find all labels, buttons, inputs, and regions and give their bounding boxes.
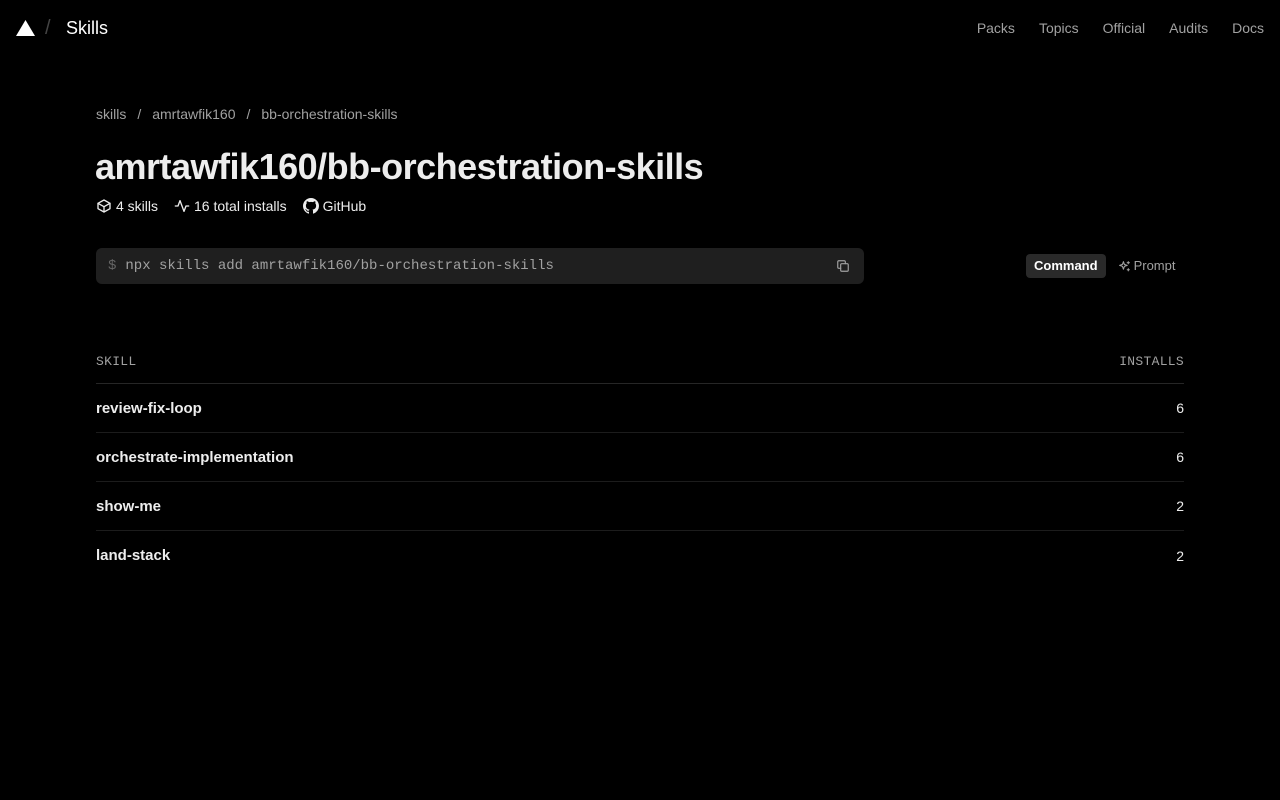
install-command-box[interactable]: $ npx skills add amrtawfik160/bb-orchest…: [96, 248, 864, 284]
nav-link-docs[interactable]: Docs: [1232, 18, 1264, 38]
table-row[interactable]: review-fix-loop 6: [96, 384, 1184, 433]
top-nav: / Skills Packs Topics Official Audits Do…: [0, 0, 1280, 56]
box-icon: [97, 199, 111, 213]
copy-button[interactable]: [834, 257, 852, 275]
skill-installs: 6: [1176, 400, 1184, 416]
skill-installs: 2: [1176, 498, 1184, 514]
copy-icon: [837, 260, 849, 272]
nav-link-official[interactable]: Official: [1103, 18, 1146, 38]
install-command-text[interactable]: npx skills add amrtawfik160/bb-orchestra…: [125, 258, 834, 274]
table-row[interactable]: show-me 2: [96, 482, 1184, 531]
installs-count: 16 total installs: [174, 196, 287, 216]
nav-link-topics[interactable]: Topics: [1039, 18, 1079, 38]
table-row[interactable]: land-stack 2: [96, 531, 1184, 580]
table-header: SKILL INSTALLS: [96, 340, 1184, 384]
skill-name[interactable]: orchestrate-implementation: [96, 449, 294, 466]
skills-count-label: 4 skills: [116, 198, 159, 214]
header-separator: /: [45, 17, 51, 39]
skills-table: SKILL INSTALLS review-fix-loop 6 orchest…: [96, 340, 1184, 580]
breadcrumb: skills / amrtawfik160 / bb-orchestration…: [96, 104, 398, 124]
skill-name[interactable]: land-stack: [96, 547, 170, 564]
breadcrumb-item-owner[interactable]: amrtawfik160: [152, 104, 235, 124]
brand-title[interactable]: Skills: [66, 16, 108, 40]
tab-prompt-label: Prompt: [1133, 258, 1176, 273]
tab-command[interactable]: Command: [1026, 254, 1106, 278]
github-link[interactable]: GitHub: [302, 196, 367, 216]
skills-count: 4 skills: [96, 196, 158, 216]
breadcrumb-item-skills[interactable]: skills: [96, 104, 126, 124]
table-row[interactable]: orchestrate-implementation 6: [96, 433, 1184, 482]
skill-installs: 2: [1176, 547, 1184, 564]
skill-name[interactable]: review-fix-loop: [96, 400, 202, 417]
main-nav: Packs Topics Official Audits Docs: [977, 18, 1264, 38]
nav-link-audits[interactable]: Audits: [1169, 18, 1208, 38]
tab-command-label: Command: [1034, 258, 1098, 273]
page-title: amrtawfik160/bb-orchestration-skills: [95, 146, 704, 187]
column-header-installs: INSTALLS: [1119, 354, 1184, 369]
github-icon: [302, 198, 319, 214]
nav-link-packs[interactable]: Packs: [977, 18, 1015, 38]
skill-name[interactable]: show-me: [96, 498, 161, 515]
breadcrumb-item-current: bb-orchestration-skills: [261, 106, 398, 122]
command-prompt-toggle: Command Prompt: [1026, 254, 1183, 278]
breadcrumb-separator: /: [137, 106, 142, 122]
triangle-logo-icon[interactable]: [16, 20, 35, 36]
github-link-label[interactable]: GitHub: [323, 196, 367, 216]
breadcrumb-separator: /: [246, 106, 251, 122]
skill-installs: 6: [1176, 449, 1184, 465]
installs-count-label: 16 total installs: [194, 198, 287, 214]
activity-icon: [174, 200, 190, 212]
command-prompt-symbol: $: [108, 258, 117, 274]
repo-meta: 4 skills 16 total installs GitHub: [96, 196, 366, 216]
column-header-skill: SKILL: [96, 354, 137, 369]
sparkles-icon: [1118, 260, 1130, 271]
tab-prompt[interactable]: Prompt: [1110, 254, 1184, 278]
